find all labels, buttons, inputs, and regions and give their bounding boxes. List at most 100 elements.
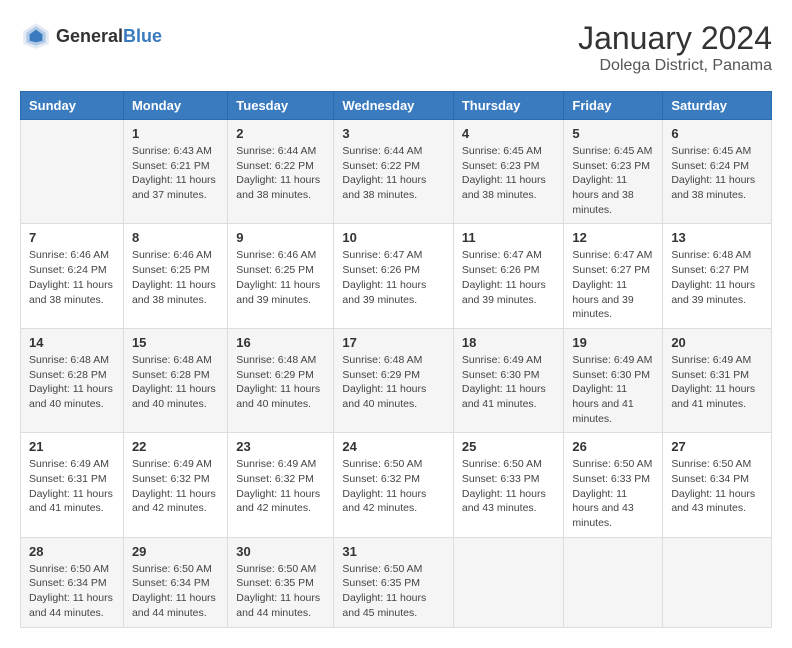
sunrise: Sunrise: 6:50 AM	[132, 563, 212, 575]
cell-week3-day1: 15 Sunrise: 6:48 AM Sunset: 6:28 PM Dayl…	[123, 328, 227, 432]
sunset: Sunset: 6:33 PM	[572, 473, 650, 485]
week-row-3: 14 Sunrise: 6:48 AM Sunset: 6:28 PM Dayl…	[21, 328, 772, 432]
day-info: Sunrise: 6:50 AM Sunset: 6:32 PM Dayligh…	[342, 457, 444, 516]
sunrise: Sunrise: 6:50 AM	[342, 458, 422, 470]
sunset: Sunset: 6:28 PM	[132, 369, 210, 381]
day-info: Sunrise: 6:48 AM Sunset: 6:28 PM Dayligh…	[132, 353, 219, 412]
cell-week5-day3: 31 Sunrise: 6:50 AM Sunset: 6:35 PM Dayl…	[334, 537, 453, 627]
daylight: Daylight: 11 hours and 41 minutes.	[572, 383, 633, 424]
sunset: Sunset: 6:27 PM	[572, 264, 650, 276]
cell-week3-day3: 17 Sunrise: 6:48 AM Sunset: 6:29 PM Dayl…	[334, 328, 453, 432]
day-info: Sunrise: 6:47 AM Sunset: 6:27 PM Dayligh…	[572, 248, 654, 321]
day-info: Sunrise: 6:50 AM Sunset: 6:33 PM Dayligh…	[462, 457, 556, 516]
sunset: Sunset: 6:32 PM	[342, 473, 420, 485]
sunrise: Sunrise: 6:49 AM	[671, 354, 751, 366]
sunrise: Sunrise: 6:50 AM	[462, 458, 542, 470]
sunset: Sunset: 6:30 PM	[572, 369, 650, 381]
sunrise: Sunrise: 6:48 AM	[29, 354, 109, 366]
sunset: Sunset: 6:23 PM	[572, 160, 650, 172]
day-info: Sunrise: 6:50 AM Sunset: 6:33 PM Dayligh…	[572, 457, 654, 530]
sunrise: Sunrise: 6:47 AM	[342, 249, 422, 261]
cell-week1-day4: 4 Sunrise: 6:45 AM Sunset: 6:23 PM Dayli…	[453, 120, 564, 224]
cell-week2-day5: 12 Sunrise: 6:47 AM Sunset: 6:27 PM Dayl…	[564, 224, 663, 328]
week-row-2: 7 Sunrise: 6:46 AM Sunset: 6:24 PM Dayli…	[21, 224, 772, 328]
cell-week2-day3: 10 Sunrise: 6:47 AM Sunset: 6:26 PM Dayl…	[334, 224, 453, 328]
week-row-5: 28 Sunrise: 6:50 AM Sunset: 6:34 PM Dayl…	[21, 537, 772, 627]
day-number: 3	[342, 126, 444, 141]
day-number: 2	[236, 126, 325, 141]
calendar-header-row: Sunday Monday Tuesday Wednesday Thursday…	[21, 92, 772, 120]
day-info: Sunrise: 6:48 AM Sunset: 6:29 PM Dayligh…	[342, 353, 444, 412]
cell-week4-day1: 22 Sunrise: 6:49 AM Sunset: 6:32 PM Dayl…	[123, 433, 227, 537]
sunrise: Sunrise: 6:45 AM	[671, 145, 751, 157]
cell-week5-day1: 29 Sunrise: 6:50 AM Sunset: 6:34 PM Dayl…	[123, 537, 227, 627]
sunset: Sunset: 6:31 PM	[671, 369, 749, 381]
cell-week2-day0: 7 Sunrise: 6:46 AM Sunset: 6:24 PM Dayli…	[21, 224, 124, 328]
sunrise: Sunrise: 6:50 AM	[342, 563, 422, 575]
cell-week1-day5: 5 Sunrise: 6:45 AM Sunset: 6:23 PM Dayli…	[564, 120, 663, 224]
day-number: 11	[462, 230, 556, 245]
day-number: 15	[132, 335, 219, 350]
daylight: Daylight: 11 hours and 42 minutes.	[132, 488, 216, 515]
cell-week4-day6: 27 Sunrise: 6:50 AM Sunset: 6:34 PM Dayl…	[663, 433, 772, 537]
sunrise: Sunrise: 6:49 AM	[572, 354, 652, 366]
cell-week3-day4: 18 Sunrise: 6:49 AM Sunset: 6:30 PM Dayl…	[453, 328, 564, 432]
calendar-title: January 2024	[578, 20, 772, 57]
day-number: 21	[29, 439, 115, 454]
day-number: 6	[671, 126, 763, 141]
cell-week1-day0	[21, 120, 124, 224]
daylight: Daylight: 11 hours and 38 minutes.	[342, 174, 426, 201]
header-monday: Monday	[123, 92, 227, 120]
day-number: 16	[236, 335, 325, 350]
daylight: Daylight: 11 hours and 42 minutes.	[342, 488, 426, 515]
day-number: 1	[132, 126, 219, 141]
sunrise: Sunrise: 6:48 AM	[236, 354, 316, 366]
cell-week4-day4: 25 Sunrise: 6:50 AM Sunset: 6:33 PM Dayl…	[453, 433, 564, 537]
day-info: Sunrise: 6:48 AM Sunset: 6:29 PM Dayligh…	[236, 353, 325, 412]
cell-week1-day2: 2 Sunrise: 6:44 AM Sunset: 6:22 PM Dayli…	[228, 120, 334, 224]
sunset: Sunset: 6:34 PM	[671, 473, 749, 485]
sunrise: Sunrise: 6:49 AM	[236, 458, 316, 470]
sunrise: Sunrise: 6:49 AM	[462, 354, 542, 366]
daylight: Daylight: 11 hours and 39 minutes.	[236, 279, 320, 306]
daylight: Daylight: 11 hours and 41 minutes.	[462, 383, 546, 410]
sunrise: Sunrise: 6:50 AM	[236, 563, 316, 575]
day-number: 22	[132, 439, 219, 454]
sunset: Sunset: 6:30 PM	[462, 369, 540, 381]
cell-week2-day6: 13 Sunrise: 6:48 AM Sunset: 6:27 PM Dayl…	[663, 224, 772, 328]
daylight: Daylight: 11 hours and 40 minutes.	[29, 383, 113, 410]
day-number: 13	[671, 230, 763, 245]
day-number: 26	[572, 439, 654, 454]
daylight: Daylight: 11 hours and 38 minutes.	[132, 279, 216, 306]
sunset: Sunset: 6:21 PM	[132, 160, 210, 172]
cell-week3-day6: 20 Sunrise: 6:49 AM Sunset: 6:31 PM Dayl…	[663, 328, 772, 432]
header-wednesday: Wednesday	[334, 92, 453, 120]
sunset: Sunset: 6:22 PM	[342, 160, 420, 172]
daylight: Daylight: 11 hours and 37 minutes.	[132, 174, 216, 201]
sunset: Sunset: 6:26 PM	[342, 264, 420, 276]
cell-week4-day2: 23 Sunrise: 6:49 AM Sunset: 6:32 PM Dayl…	[228, 433, 334, 537]
cell-week1-day3: 3 Sunrise: 6:44 AM Sunset: 6:22 PM Dayli…	[334, 120, 453, 224]
cell-week3-day2: 16 Sunrise: 6:48 AM Sunset: 6:29 PM Dayl…	[228, 328, 334, 432]
cell-week1-day6: 6 Sunrise: 6:45 AM Sunset: 6:24 PM Dayli…	[663, 120, 772, 224]
day-info: Sunrise: 6:49 AM Sunset: 6:31 PM Dayligh…	[671, 353, 763, 412]
sunset: Sunset: 6:34 PM	[132, 577, 210, 589]
calendar-subtitle: Dolega District, Panama	[578, 57, 772, 75]
daylight: Daylight: 11 hours and 44 minutes.	[29, 592, 113, 619]
day-info: Sunrise: 6:49 AM Sunset: 6:30 PM Dayligh…	[572, 353, 654, 426]
day-number: 24	[342, 439, 444, 454]
daylight: Daylight: 11 hours and 39 minutes.	[671, 279, 755, 306]
daylight: Daylight: 11 hours and 41 minutes.	[671, 383, 755, 410]
day-number: 7	[29, 230, 115, 245]
cell-week1-day1: 1 Sunrise: 6:43 AM Sunset: 6:21 PM Dayli…	[123, 120, 227, 224]
day-number: 8	[132, 230, 219, 245]
day-number: 29	[132, 544, 219, 559]
cell-week2-day1: 8 Sunrise: 6:46 AM Sunset: 6:25 PM Dayli…	[123, 224, 227, 328]
week-row-4: 21 Sunrise: 6:49 AM Sunset: 6:31 PM Dayl…	[21, 433, 772, 537]
sunrise: Sunrise: 6:47 AM	[462, 249, 542, 261]
sunset: Sunset: 6:27 PM	[671, 264, 749, 276]
daylight: Daylight: 11 hours and 40 minutes.	[342, 383, 426, 410]
day-info: Sunrise: 6:50 AM Sunset: 6:34 PM Dayligh…	[671, 457, 763, 516]
sunset: Sunset: 6:25 PM	[236, 264, 314, 276]
daylight: Daylight: 11 hours and 38 minutes.	[671, 174, 755, 201]
